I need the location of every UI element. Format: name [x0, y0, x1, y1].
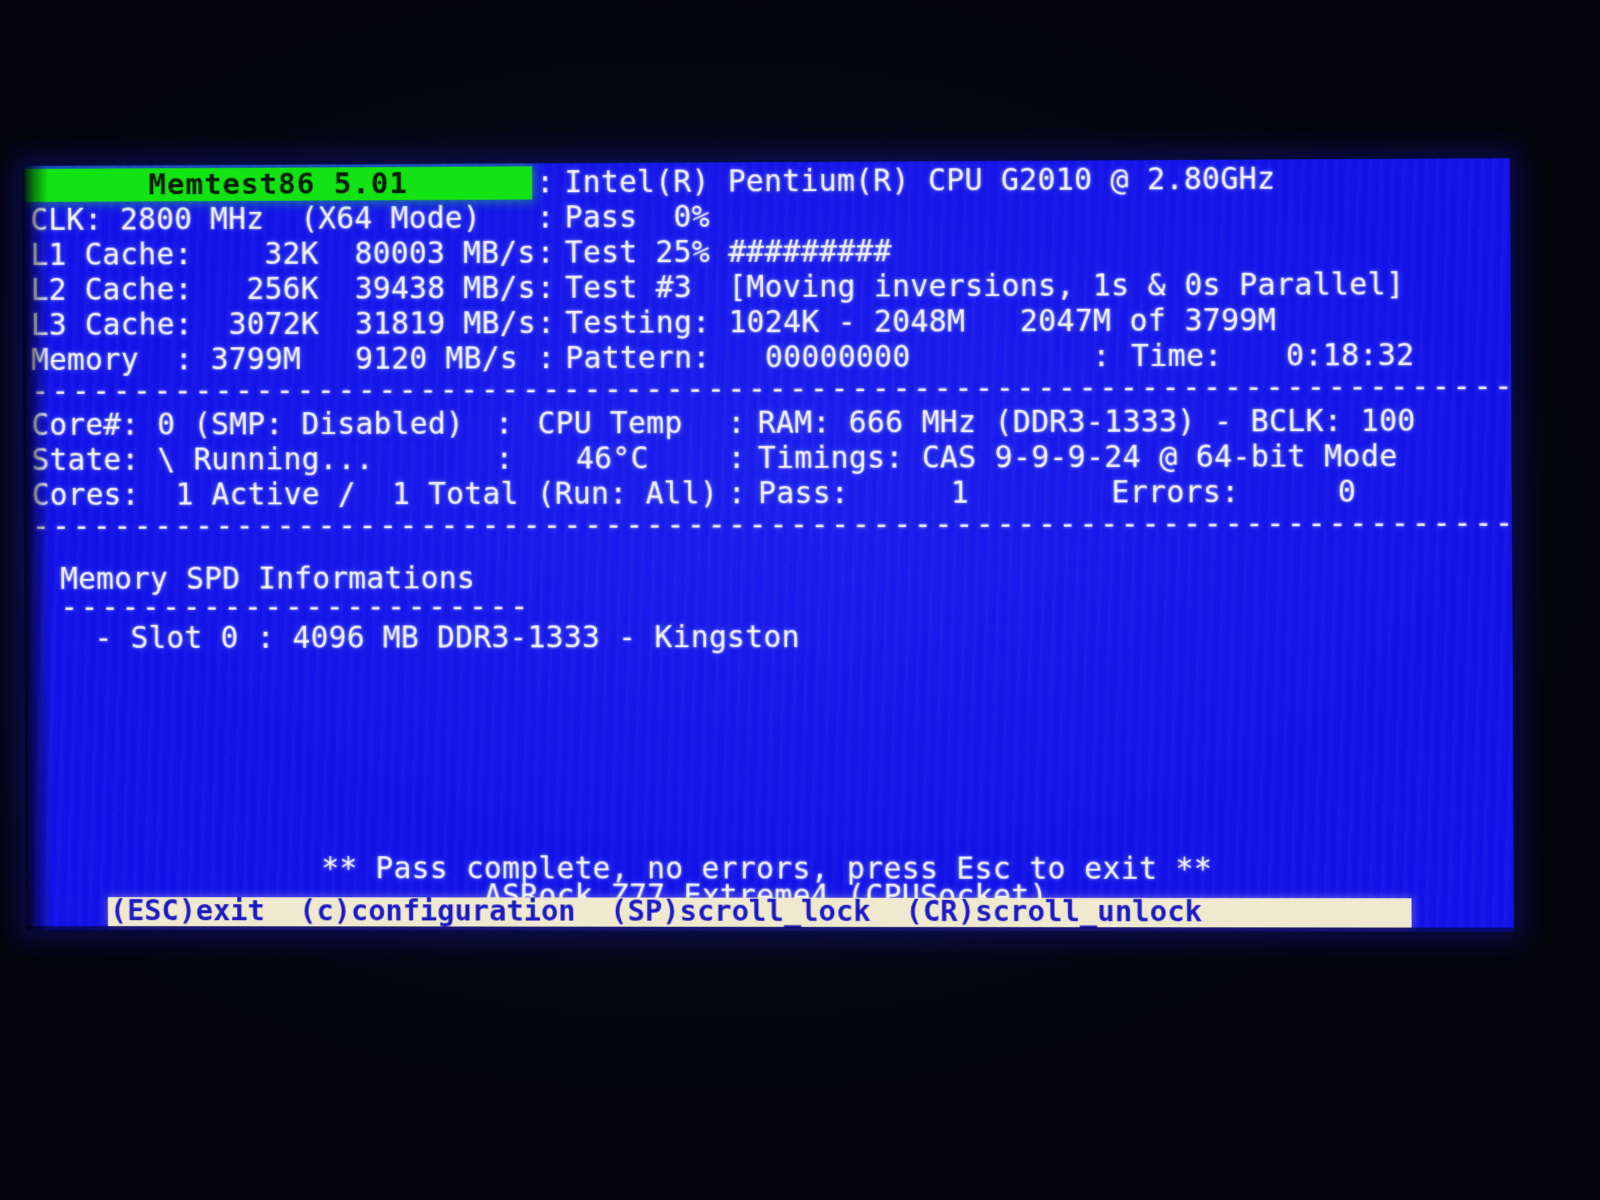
state-line: State: \ Running... — [31, 441, 374, 477]
test-percent-line: Test 25% ######### — [564, 233, 892, 270]
testing-range-line: Testing: 1024K - 2048M 2047M of 3799M — [565, 302, 1277, 340]
separator-bottom: ----------------------------------------… — [31, 505, 1515, 543]
column-divider-1: : — [536, 200, 555, 235]
status-divider-b1: : — [727, 440, 746, 476]
tty-surface: : : : : : : CLK: 2800 MHz (X64 Mode) L1 … — [22, 158, 1514, 932]
cpu-temp-label: CPU Temp — [537, 405, 683, 441]
cpu-temp-value: 46°C — [575, 441, 649, 476]
spd-slot-0: - Slot 0 : 4096 MB DDR3-1333 - Kingston — [94, 619, 800, 655]
pass-percent-line: Pass 0% — [564, 199, 710, 235]
ram-line: RAM: 666 MHz (DDR3-1333) - BCLK: 100 — [757, 403, 1416, 440]
timings-line: Timings: CAS 9-9-9-24 @ 64-bit Mode — [757, 438, 1398, 476]
command-bar-text[interactable]: (ESC)exit (c)configuration (SP)scroll_lo… — [110, 894, 1202, 928]
app-title: Memtest86 5.01 — [148, 165, 409, 202]
status-divider-a1: : — [495, 441, 514, 476]
l3-cache-line: L3 Cache: 3072K 31819 MB/s — [30, 305, 536, 342]
l2-cache-line: L2 Cache: 256K 39438 MB/s — [30, 270, 536, 307]
memtest-screen: Memtest86 5.01 : : : : : : CLK: 2800 MHz… — [22, 158, 1515, 932]
test-name-line: Test #3 [Moving inversions, 1s & 0s Para… — [564, 266, 1405, 305]
screen-bottom-edge — [25, 926, 1515, 932]
core-line: Core#: 0 (SMP: Disabled) — [31, 406, 465, 442]
status-divider-a0: : — [495, 406, 514, 441]
l1-cache-line: L1 Cache: 32K 80003 MB/s — [30, 235, 536, 272]
status-divider-b0: : — [727, 405, 746, 440]
app-title-bar: Memtest86 5.01 — [25, 165, 533, 202]
column-divider-3: : — [536, 270, 555, 305]
photo-backdrop: Memtest86 5.01 : : : : : : CLK: 2800 MHz… — [0, 0, 1600, 1200]
monitor-screen-area: Memtest86 5.01 : : : : : : CLK: 2800 MHz… — [22, 158, 1515, 932]
cpu-model-line: Intel(R) Pentium(R) CPU G2010 @ 2.80GHz — [564, 161, 1276, 200]
column-divider-2: : — [536, 235, 555, 270]
column-divider-4: : — [536, 305, 556, 341]
column-divider-0: : — [536, 165, 555, 200]
clk-line: CLK: 2800 MHz (X64 Mode) — [30, 200, 482, 237]
command-bar[interactable]: (ESC)exit (c)configuration (SP)scroll_lo… — [107, 894, 1412, 928]
